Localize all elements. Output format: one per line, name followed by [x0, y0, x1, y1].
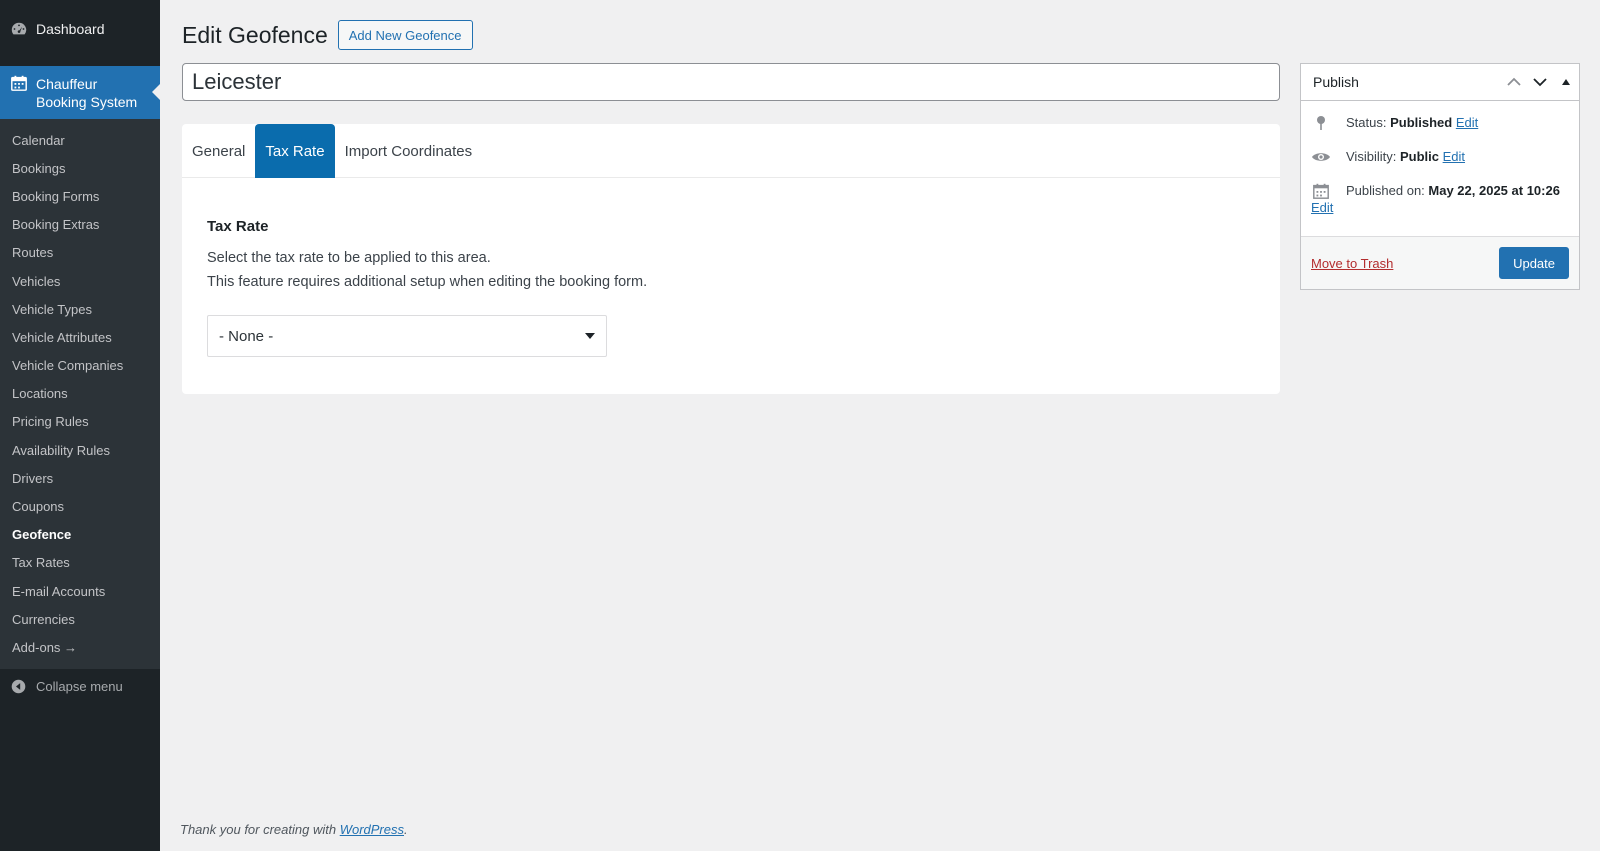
collapse-arrow-icon: [10, 678, 27, 695]
page-heading: Edit Geofence Add New Geofence: [182, 20, 473, 50]
pin-icon: [1311, 114, 1331, 132]
status-label: Status:: [1346, 115, 1387, 130]
sidebar-item-add-ons[interactable]: Add-ons →: [0, 633, 160, 661]
sidebar-item-locations[interactable]: Locations: [0, 380, 160, 408]
eye-icon: [1311, 148, 1331, 166]
sidebar-item-geofence[interactable]: Geofence: [0, 521, 160, 549]
tab-import-coordinates[interactable]: Import Coordinates: [335, 124, 483, 178]
publish-box: Publish Status: Published Edit Visibilit…: [1300, 63, 1580, 290]
tab-tax-rate[interactable]: Tax Rate: [255, 124, 335, 178]
visibility-label: Visibility:: [1346, 149, 1397, 164]
status-value: Published: [1390, 115, 1453, 130]
tax-rate-select[interactable]: - None -: [207, 315, 607, 357]
sidebar-item-label: Chauffeur Booking System: [36, 75, 138, 110]
post-title-input[interactable]: [182, 63, 1280, 101]
section-description-line2: This feature requires additional setup w…: [207, 274, 648, 290]
published-on-row: Published on: May 22, 2025 at 10:26: [1311, 182, 1569, 200]
sidebar-item-dashboard[interactable]: Dashboard: [0, 0, 160, 58]
edit-published-date-link[interactable]: Edit: [1311, 200, 1333, 215]
visibility-row: Visibility: Public Edit: [1311, 148, 1569, 166]
sidebar-item-vehicle-types[interactable]: Vehicle Types: [0, 295, 160, 323]
sidebar-item-vehicle-companies[interactable]: Vehicle Companies: [0, 352, 160, 380]
sidebar-item-booking-extras[interactable]: Booking Extras: [0, 211, 160, 239]
sidebar-item-pricing-rules[interactable]: Pricing Rules: [0, 408, 160, 436]
tab-general[interactable]: General: [182, 124, 255, 178]
update-button[interactable]: Update: [1499, 247, 1569, 279]
sidebar-item-bookings[interactable]: Bookings: [0, 154, 160, 182]
sidebar-item-calendar[interactable]: Calendar: [0, 126, 160, 154]
publish-box-header: Publish: [1301, 64, 1579, 101]
publish-box-title: Publish: [1313, 74, 1359, 90]
sidebar-item-routes[interactable]: Routes: [0, 239, 160, 267]
footer-text: Thank you for creating with: [180, 822, 337, 837]
publish-box-footer: Move to Trash Update: [1301, 236, 1579, 289]
move-down-icon[interactable]: [1527, 64, 1553, 100]
sidebar-item-currencies[interactable]: Currencies: [0, 605, 160, 633]
geofence-settings-panel: General Tax Rate Import Coordinates Tax …: [182, 124, 1280, 394]
section-description-line1: Select the tax rate to be applied to thi…: [207, 250, 491, 266]
tax-rate-select-value: - None -: [219, 327, 274, 345]
add-new-geofence-button[interactable]: Add New Geofence: [337, 20, 473, 50]
sidebar-item-coupons[interactable]: Coupons: [0, 492, 160, 520]
status-row: Status: Published Edit: [1311, 114, 1569, 132]
sidebar-item-vehicles[interactable]: Vehicles: [0, 267, 160, 295]
chevron-down-icon: [585, 333, 595, 339]
collapse-menu-button[interactable]: Collapse menu: [0, 673, 160, 699]
sidebar-item-vehicle-attributes[interactable]: Vehicle Attributes: [0, 323, 160, 351]
published-on-label: Published on:: [1346, 183, 1425, 198]
sidebar-item-availability-rules[interactable]: Availability Rules: [0, 436, 160, 464]
sidebar-item-tax-rates[interactable]: Tax Rates: [0, 549, 160, 577]
move-to-trash-link[interactable]: Move to Trash: [1311, 256, 1393, 271]
sidebar-item-email-accounts[interactable]: E-mail Accounts: [0, 577, 160, 605]
move-up-icon[interactable]: [1501, 64, 1527, 100]
section-heading: Tax Rate: [207, 218, 269, 235]
published-on-edit-wrap: Edit: [1311, 200, 1569, 215]
calendar-icon: [1311, 182, 1331, 200]
dashboard-icon: [10, 20, 28, 38]
toggle-panel-icon[interactable]: [1553, 64, 1579, 100]
admin-footer: Thank you for creating with WordPress.: [180, 822, 408, 837]
settings-tabs: General Tax Rate Import Coordinates: [182, 124, 1280, 178]
sidebar-submenu: Calendar Bookings Booking Forms Booking …: [0, 119, 160, 669]
footer-suffix: .: [404, 822, 408, 837]
publish-box-body: Status: Published Edit Visibility: Publi…: [1301, 101, 1579, 215]
page-title: Edit Geofence: [182, 21, 328, 48]
admin-sidebar: Dashboard Chauffeur Booking System Calen…: [0, 0, 160, 851]
calendar-icon: [10, 74, 28, 92]
sidebar-item-label: Dashboard: [36, 21, 105, 37]
wordpress-link[interactable]: WordPress: [340, 822, 404, 837]
edit-status-link[interactable]: Edit: [1456, 115, 1478, 130]
visibility-value: Public: [1399, 149, 1439, 164]
collapse-menu-label: Collapse menu: [36, 678, 123, 694]
tax-rate-section: Tax Rate Select the tax rate to be appli…: [182, 178, 1280, 357]
sidebar-item-booking-forms[interactable]: Booking Forms: [0, 182, 160, 210]
edit-visibility-link[interactable]: Edit: [1443, 149, 1465, 164]
sidebar-item-chauffeur-booking-system[interactable]: Chauffeur Booking System: [0, 66, 160, 119]
sidebar-item-drivers[interactable]: Drivers: [0, 464, 160, 492]
published-on-value: May 22, 2025 at 10:26: [1428, 183, 1560, 198]
